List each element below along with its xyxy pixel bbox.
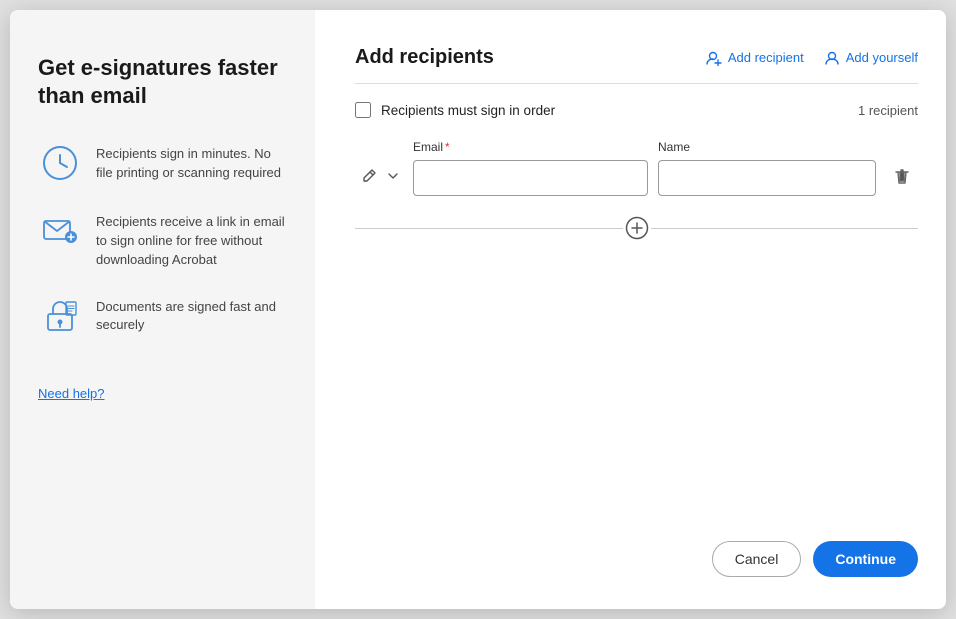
feature-item-envelope: Recipients receive a link in email to si… — [38, 209, 287, 270]
sign-in-order-label[interactable]: Recipients must sign in order — [355, 102, 555, 118]
header-actions: Add recipient Add yourself — [706, 50, 918, 66]
email-input[interactable] — [413, 160, 648, 196]
sign-in-order-checkbox[interactable] — [355, 102, 371, 118]
pen-dropdown-button[interactable] — [383, 158, 403, 194]
feature-text-envelope: Recipients receive a link in email to si… — [96, 209, 287, 270]
feature-item-lock: Documents are signed fast and securely — [38, 294, 287, 338]
right-panel-title: Add recipients — [355, 46, 494, 69]
pen-icon — [361, 168, 377, 184]
pen-control — [355, 158, 403, 194]
name-input[interactable] — [658, 160, 876, 196]
envelope-icon — [38, 209, 82, 253]
add-recipient-button[interactable]: Add recipient — [706, 50, 804, 66]
recipient-row: Email* Name — [355, 140, 918, 196]
clock-icon — [38, 141, 82, 185]
bottom-actions: Cancel Continue — [355, 521, 918, 577]
right-panel: Add recipients Add recipient — [315, 10, 946, 609]
feature-text-clock: Recipients sign in minutes. No file prin… — [96, 141, 287, 183]
add-circle-icon — [625, 216, 649, 240]
right-header: Add recipients Add recipient — [355, 46, 918, 69]
trash-icon — [893, 167, 911, 185]
add-yourself-icon — [824, 50, 840, 66]
add-yourself-label: Add yourself — [846, 50, 918, 65]
continue-button[interactable]: Continue — [813, 541, 918, 577]
required-star: * — [445, 140, 450, 154]
recipient-count: 1 recipient — [858, 103, 918, 118]
left-panel: Get e-signatures faster than email Recip… — [10, 10, 315, 609]
need-help-link[interactable]: Need help? — [38, 386, 287, 401]
delete-recipient-button[interactable] — [886, 158, 918, 194]
feature-text-lock: Documents are signed fast and securely — [96, 294, 287, 336]
add-line-left — [355, 228, 623, 229]
add-circle-button[interactable] — [623, 214, 651, 242]
header-divider — [355, 83, 918, 84]
name-label: Name — [658, 140, 876, 154]
add-recipient-icon — [706, 50, 722, 66]
email-field-group: Email* — [413, 140, 648, 196]
name-field-group: Name — [658, 140, 876, 196]
cancel-button[interactable]: Cancel — [712, 541, 802, 577]
modal: Get e-signatures faster than email Recip… — [10, 10, 946, 609]
checkbox-row: Recipients must sign in order 1 recipien… — [355, 102, 918, 118]
lock-icon — [38, 294, 82, 338]
pen-button[interactable] — [355, 158, 383, 194]
email-label: Email* — [413, 140, 648, 154]
add-recipient-label: Add recipient — [728, 50, 804, 65]
add-row — [355, 214, 918, 242]
chevron-down-icon — [388, 171, 398, 181]
feature-item-clock: Recipients sign in minutes. No file prin… — [38, 141, 287, 185]
left-panel-title: Get e-signatures faster than email — [38, 54, 287, 109]
add-line-right — [651, 228, 919, 229]
add-yourself-button[interactable]: Add yourself — [824, 50, 918, 66]
sign-in-order-text: Recipients must sign in order — [381, 103, 555, 118]
